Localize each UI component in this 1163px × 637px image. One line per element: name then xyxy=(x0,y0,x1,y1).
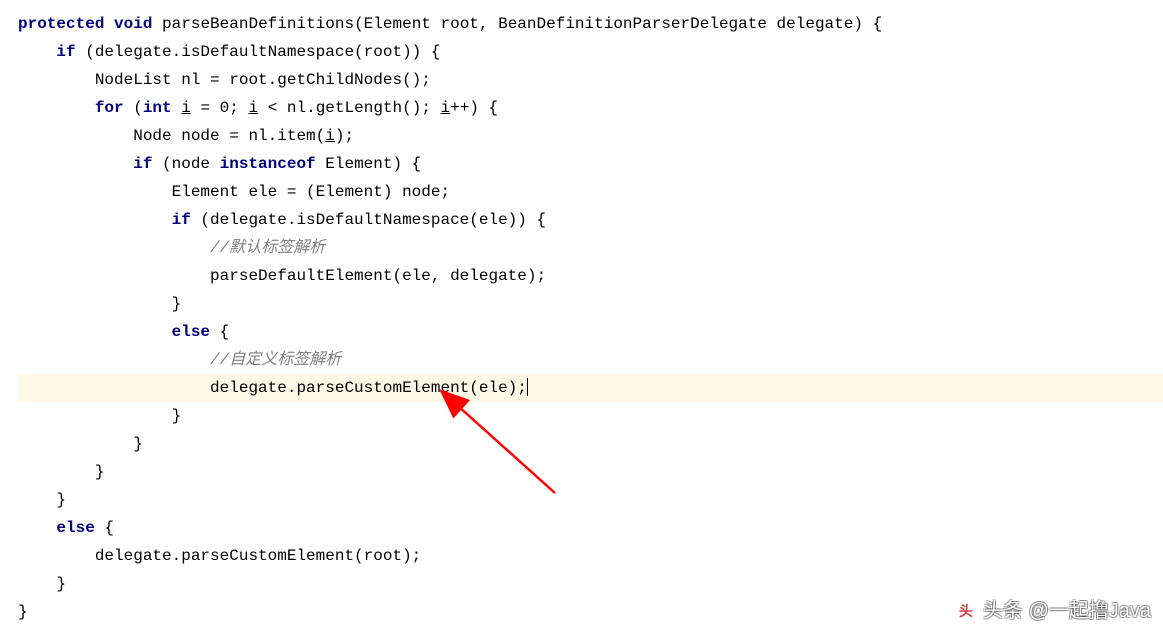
keyword-else: else xyxy=(172,323,210,341)
code-line-16: } xyxy=(18,430,1163,458)
comment-custom-tag: //自定义标签解析 xyxy=(18,351,341,369)
comment-default-tag: //默认标签解析 xyxy=(18,239,325,257)
keyword-if: if xyxy=(172,211,191,229)
keyword-int: int xyxy=(143,99,172,117)
keyword-for: for xyxy=(95,99,124,117)
watermark-text: 头条 @一起撸Java xyxy=(983,597,1151,625)
code-line-9: //默认标签解析 xyxy=(18,234,1163,262)
number-literal: 0 xyxy=(220,99,230,117)
code-line-21: } xyxy=(18,570,1163,598)
keyword-void: void xyxy=(114,15,152,33)
keyword-protected: protected xyxy=(18,15,104,33)
code-line-4: for (int i = 0; i < nl.getLength(); i++)… xyxy=(18,94,1163,122)
code-line-15: } xyxy=(18,402,1163,430)
text-cursor xyxy=(527,378,529,396)
code-line-18: } xyxy=(18,486,1163,514)
code-editor[interactable]: protected void parseBeanDefinitions(Elem… xyxy=(18,10,1163,626)
code-line-7: Element ele = (Element) node; xyxy=(18,178,1163,206)
method-params: (Element root, BeanDefinitionParserDeleg… xyxy=(354,15,882,33)
code-line-11: } xyxy=(18,290,1163,318)
code-line-13: //自定义标签解析 xyxy=(18,346,1163,374)
code-line-10: parseDefaultElement(ele, delegate); xyxy=(18,262,1163,290)
code-line-19: else { xyxy=(18,514,1163,542)
code-line-8: if (delegate.isDefaultNamespace(ele)) { xyxy=(18,206,1163,234)
keyword-if: if xyxy=(133,155,152,173)
code-line-20: delegate.parseCustomElement(root); xyxy=(18,542,1163,570)
watermark-logo-icon: 头 xyxy=(955,600,977,622)
keyword-else: else xyxy=(56,519,94,537)
code-line-2: if (delegate.isDefaultNamespace(root)) { xyxy=(18,38,1163,66)
code-line-1: protected void parseBeanDefinitions(Elem… xyxy=(18,10,1163,38)
method-name: parseBeanDefinitions xyxy=(162,15,354,33)
code-line-6: if (node instanceof Element) { xyxy=(18,150,1163,178)
keyword-if: if xyxy=(56,43,75,61)
code-line-17: } xyxy=(18,458,1163,486)
code-line-5: Node node = nl.item(i); xyxy=(18,122,1163,150)
code-line-14-highlighted: delegate.parseCustomElement(ele); xyxy=(18,374,1163,402)
watermark: 头 头条 @一起撸Java xyxy=(955,597,1151,625)
keyword-instanceof: instanceof xyxy=(220,155,316,173)
code-line-12: else { xyxy=(18,318,1163,346)
code-line-3: NodeList nl = root.getChildNodes(); xyxy=(18,66,1163,94)
